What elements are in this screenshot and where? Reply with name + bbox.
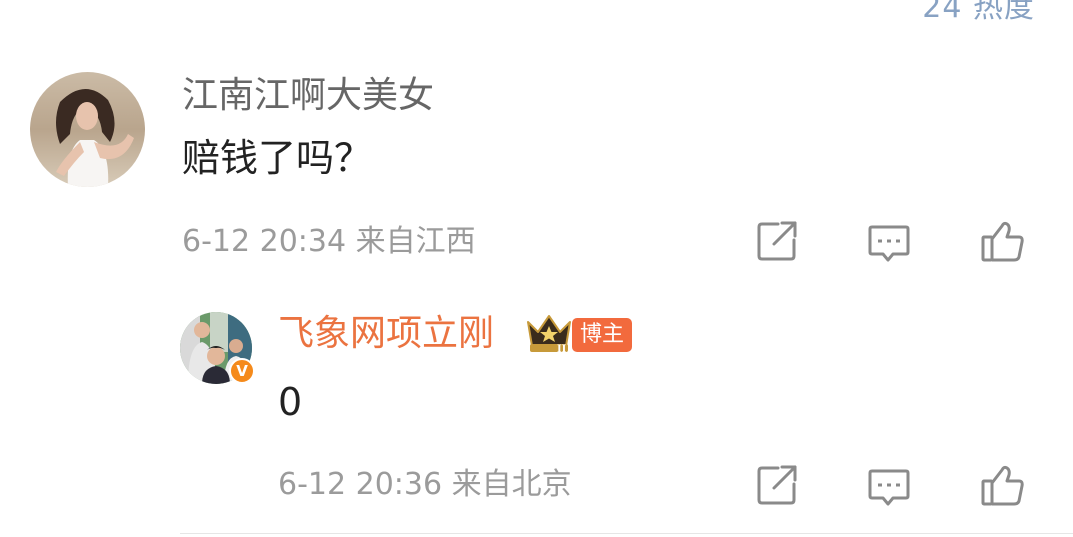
share-icon[interactable] — [754, 218, 800, 264]
reply-location: 来自北京 — [451, 467, 572, 502]
like-thumb-icon[interactable] — [980, 462, 1026, 508]
verified-v-badge: V — [229, 358, 255, 384]
comment-time: 6-12 20:34 — [182, 224, 347, 259]
svg-text:II: II — [557, 344, 567, 354]
commenter-avatar[interactable] — [30, 72, 145, 187]
comment-icon[interactable] — [866, 464, 912, 510]
crown-level-icon[interactable]: II — [524, 312, 574, 355]
replier-username[interactable]: 飞象网项立刚 — [278, 316, 494, 352]
comment-text: 赔钱了吗？ — [182, 136, 373, 180]
comment-meta: 6-12 20:34 来自江西 — [182, 227, 476, 257]
comment-icon[interactable] — [866, 220, 912, 266]
comment-location: 来自江西 — [355, 224, 476, 259]
comment-thread: 24 热度 江南江啊大美女 赔钱了吗？ 6-12 20:34 来自江西 V 飞象… — [0, 0, 1073, 537]
like-thumb-icon[interactable] — [980, 218, 1026, 264]
replier-avatar[interactable]: V — [180, 312, 255, 384]
divider — [180, 533, 1073, 534]
reply-text: 0 — [278, 380, 303, 424]
heat-count-label: 24 热度 — [922, 0, 1035, 25]
blogger-badge: 博主 — [572, 318, 633, 352]
reply-meta: 6-12 20:36 来自北京 — [278, 470, 572, 500]
reply-time: 6-12 20:36 — [278, 467, 443, 502]
share-icon[interactable] — [754, 462, 800, 508]
commenter-username[interactable]: 江南江啊大美女 — [182, 78, 434, 114]
